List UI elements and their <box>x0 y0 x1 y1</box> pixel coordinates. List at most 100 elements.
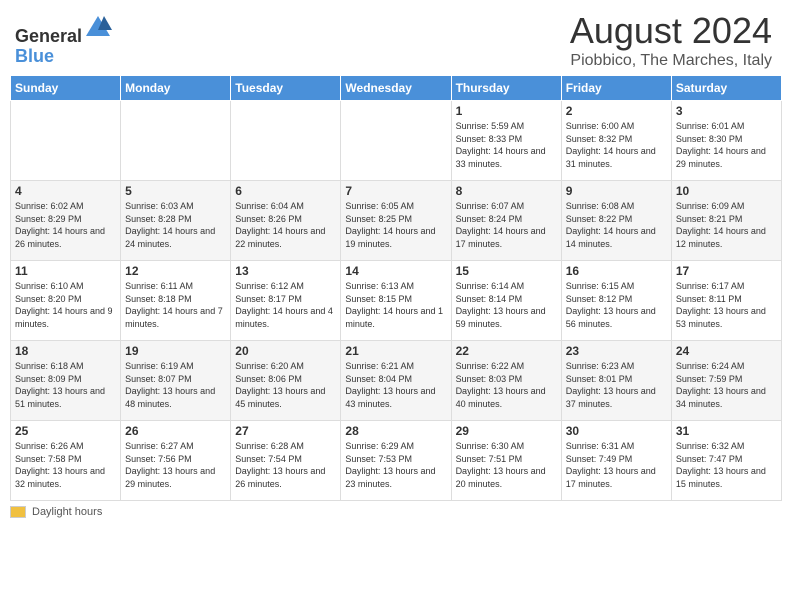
day-number: 8 <box>456 184 557 198</box>
calendar-cell: 23 Sunrise: 6:23 AM Sunset: 8:01 PM Dayli… <box>561 341 671 421</box>
calendar-week-5: 25 Sunrise: 6:26 AM Sunset: 7:58 PM Dayli… <box>11 421 782 501</box>
calendar-cell: 18 Sunrise: 6:18 AM Sunset: 8:09 PM Dayli… <box>11 341 121 421</box>
day-number: 16 <box>566 264 667 278</box>
day-info: Sunrise: 6:20 AM Sunset: 8:06 PM Dayligh… <box>235 360 336 410</box>
day-number: 15 <box>456 264 557 278</box>
day-number: 12 <box>125 264 226 278</box>
day-number: 14 <box>345 264 446 278</box>
calendar-cell: 24Sunrise: 6:24 AM Sunset: 7:59 PM Dayli… <box>671 341 781 421</box>
days-of-week-row: Sunday Monday Tuesday Wednesday Thursday… <box>11 76 782 101</box>
calendar-cell: 13Sunrise: 6:12 AM Sunset: 8:17 PM Dayli… <box>231 261 341 341</box>
day-info: Sunrise: 5:59 AM Sunset: 8:33 PM Dayligh… <box>456 120 557 170</box>
month-year: August 2024 <box>570 10 772 52</box>
day-info: Sunrise: 6:19 AM Sunset: 8:07 PM Dayligh… <box>125 360 226 410</box>
day-info: Sunrise: 6:10 AM Sunset: 8:20 PM Dayligh… <box>15 280 116 330</box>
day-number: 22 <box>456 344 557 358</box>
day-number: 9 <box>566 184 667 198</box>
calendar-cell <box>11 101 121 181</box>
calendar-cell: 21Sunrise: 6:21 AM Sunset: 8:04 PM Dayli… <box>341 341 451 421</box>
footer: Daylight hours <box>0 501 792 523</box>
day-info: Sunrise: 6:17 AM Sunset: 8:11 PM Dayligh… <box>676 280 777 330</box>
calendar-cell: 7Sunrise: 6:05 AM Sunset: 8:25 PM Daylig… <box>341 181 451 261</box>
calendar-cell: 6 Sunrise: 6:04 AM Sunset: 8:26 PM Daylig… <box>231 181 341 261</box>
day-info: Sunrise: 6:04 AM Sunset: 8:26 PM Dayligh… <box>235 200 336 250</box>
calendar-cell <box>231 101 341 181</box>
day-number: 30 <box>566 424 667 438</box>
day-number: 26 <box>125 424 226 438</box>
calendar-cell <box>341 101 451 181</box>
day-number: 4 <box>15 184 116 198</box>
day-number: 2 <box>566 104 667 118</box>
calendar-cell: 9Sunrise: 6:08 AM Sunset: 8:22 PM Daylig… <box>561 181 671 261</box>
day-number: 6 <box>235 184 336 198</box>
day-number: 27 <box>235 424 336 438</box>
day-info: Sunrise: 6:13 AM Sunset: 8:15 PM Dayligh… <box>345 280 446 330</box>
day-number: 11 <box>15 264 116 278</box>
calendar-cell: 20 Sunrise: 6:20 AM Sunset: 8:06 PM Dayli… <box>231 341 341 421</box>
calendar-cell: 15 Sunrise: 6:14 AM Sunset: 8:14 PM Dayli… <box>451 261 561 341</box>
day-number: 7 <box>345 184 446 198</box>
calendar-cell: 1 Sunrise: 5:59 AM Sunset: 8:33 PM Daylig… <box>451 101 561 181</box>
calendar-body: 1 Sunrise: 5:59 AM Sunset: 8:33 PM Daylig… <box>11 101 782 501</box>
day-number: 29 <box>456 424 557 438</box>
logo-icon <box>84 14 112 42</box>
logo: General Blue <box>15 14 112 67</box>
day-info: Sunrise: 6:03 AM Sunset: 8:28 PM Dayligh… <box>125 200 226 250</box>
col-saturday: Saturday <box>671 76 781 101</box>
day-number: 18 <box>15 344 116 358</box>
calendar-cell: 26 Sunrise: 6:27 AM Sunset: 7:56 PM Dayli… <box>121 421 231 501</box>
calendar-cell: 22Sunrise: 6:22 AM Sunset: 8:03 PM Dayli… <box>451 341 561 421</box>
calendar-cell: 12 Sunrise: 6:11 AM Sunset: 8:18 PM Dayli… <box>121 261 231 341</box>
day-number: 13 <box>235 264 336 278</box>
calendar-cell: 16 Sunrise: 6:15 AM Sunset: 8:12 PM Dayli… <box>561 261 671 341</box>
day-info: Sunrise: 6:11 AM Sunset: 8:18 PM Dayligh… <box>125 280 226 330</box>
day-info: Sunrise: 6:29 AM Sunset: 7:53 PM Dayligh… <box>345 440 446 490</box>
calendar-week-3: 11 Sunrise: 6:10 AM Sunset: 8:20 PM Dayli… <box>11 261 782 341</box>
calendar-cell: 4 Sunrise: 6:02 AM Sunset: 8:29 PM Daylig… <box>11 181 121 261</box>
day-number: 5 <box>125 184 226 198</box>
header: General Blue August 2024 Piobbico, The M… <box>0 0 792 75</box>
day-info: Sunrise: 6:27 AM Sunset: 7:56 PM Dayligh… <box>125 440 226 490</box>
calendar-week-4: 18 Sunrise: 6:18 AM Sunset: 8:09 PM Dayli… <box>11 341 782 421</box>
day-number: 23 <box>566 344 667 358</box>
location: Piobbico, The Marches, Italy <box>570 52 772 70</box>
day-number: 25 <box>15 424 116 438</box>
calendar-cell: 28 Sunrise: 6:29 AM Sunset: 7:53 PM Dayli… <box>341 421 451 501</box>
col-tuesday: Tuesday <box>231 76 341 101</box>
day-info: Sunrise: 6:32 AM Sunset: 7:47 PM Dayligh… <box>676 440 777 490</box>
day-number: 28 <box>345 424 446 438</box>
day-number: 3 <box>676 104 777 118</box>
calendar-cell: 17 Sunrise: 6:17 AM Sunset: 8:11 PM Dayli… <box>671 261 781 341</box>
col-monday: Monday <box>121 76 231 101</box>
calendar-cell: 8Sunrise: 6:07 AM Sunset: 8:24 PM Daylig… <box>451 181 561 261</box>
calendar-cell: 3Sunrise: 6:01 AM Sunset: 8:30 PM Daylig… <box>671 101 781 181</box>
calendar-cell: 2 Sunrise: 6:00 AM Sunset: 8:32 PM Daylig… <box>561 101 671 181</box>
day-info: Sunrise: 6:00 AM Sunset: 8:32 PM Dayligh… <box>566 120 667 170</box>
day-info: Sunrise: 6:09 AM Sunset: 8:21 PM Dayligh… <box>676 200 777 250</box>
calendar-cell: 29 Sunrise: 6:30 AM Sunset: 7:51 PM Dayli… <box>451 421 561 501</box>
day-info: Sunrise: 6:15 AM Sunset: 8:12 PM Dayligh… <box>566 280 667 330</box>
calendar-cell: 27 Sunrise: 6:28 AM Sunset: 7:54 PM Dayli… <box>231 421 341 501</box>
col-wednesday: Wednesday <box>341 76 451 101</box>
day-info: Sunrise: 6:26 AM Sunset: 7:58 PM Dayligh… <box>15 440 116 490</box>
daylight-box-icon <box>10 506 26 518</box>
day-info: Sunrise: 6:14 AM Sunset: 8:14 PM Dayligh… <box>456 280 557 330</box>
day-info: Sunrise: 6:24 AM Sunset: 7:59 PM Dayligh… <box>676 360 777 410</box>
calendar-cell <box>121 101 231 181</box>
calendar-cell: 10Sunrise: 6:09 AM Sunset: 8:21 PM Dayli… <box>671 181 781 261</box>
day-info: Sunrise: 6:23 AM Sunset: 8:01 PM Dayligh… <box>566 360 667 410</box>
day-number: 20 <box>235 344 336 358</box>
day-info: Sunrise: 6:30 AM Sunset: 7:51 PM Dayligh… <box>456 440 557 490</box>
day-number: 1 <box>456 104 557 118</box>
calendar-header: Sunday Monday Tuesday Wednesday Thursday… <box>11 76 782 101</box>
calendar: Sunday Monday Tuesday Wednesday Thursday… <box>10 75 782 501</box>
title-block: August 2024 Piobbico, The Marches, Italy <box>570 10 772 70</box>
calendar-cell: 25 Sunrise: 6:26 AM Sunset: 7:58 PM Dayli… <box>11 421 121 501</box>
day-info: Sunrise: 6:18 AM Sunset: 8:09 PM Dayligh… <box>15 360 116 410</box>
calendar-cell: 11 Sunrise: 6:10 AM Sunset: 8:20 PM Dayli… <box>11 261 121 341</box>
day-info: Sunrise: 6:28 AM Sunset: 7:54 PM Dayligh… <box>235 440 336 490</box>
calendar-cell: 5 Sunrise: 6:03 AM Sunset: 8:28 PM Daylig… <box>121 181 231 261</box>
day-number: 17 <box>676 264 777 278</box>
day-info: Sunrise: 6:02 AM Sunset: 8:29 PM Dayligh… <box>15 200 116 250</box>
calendar-week-1: 1 Sunrise: 5:59 AM Sunset: 8:33 PM Daylig… <box>11 101 782 181</box>
